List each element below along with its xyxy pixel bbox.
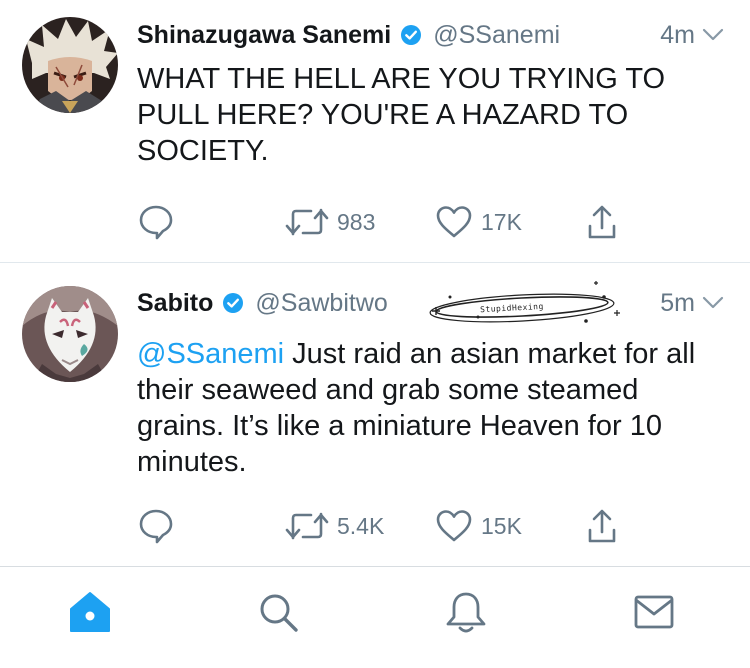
chevron-down-icon[interactable]: [702, 296, 724, 310]
like-count: 15K: [481, 512, 522, 539]
retweet-icon: [285, 510, 329, 542]
reply-icon: [137, 203, 175, 241]
share-button[interactable]: [585, 506, 619, 546]
share-button[interactable]: [585, 202, 619, 242]
retweet-count: 983: [337, 208, 376, 235]
watermark-stamp: StupidHexing: [418, 277, 632, 329]
tab-notifications[interactable]: [441, 589, 491, 639]
avatar-image: [22, 17, 118, 113]
home-icon: [67, 589, 113, 640]
like-count: 17K: [481, 208, 522, 235]
share-icon: [585, 204, 619, 240]
reply-button[interactable]: [137, 202, 175, 242]
timestamp: 4m: [660, 20, 695, 49]
reply-button[interactable]: [137, 506, 175, 546]
search-icon: [256, 590, 300, 639]
retweet-button[interactable]: 5.4K: [285, 506, 384, 546]
reply-icon: [137, 507, 175, 545]
tab-home[interactable]: [65, 589, 115, 639]
author-handle[interactable]: @Sawbitwo: [255, 289, 387, 318]
heart-icon: [435, 509, 473, 543]
avatar-image: [22, 286, 118, 382]
mention-link[interactable]: @SSanemi: [137, 338, 284, 370]
notifications-icon: [444, 589, 488, 640]
author-handle[interactable]: @SSanemi: [433, 21, 560, 50]
chevron-down-icon[interactable]: [702, 28, 724, 42]
tweet-actions: 983 17K: [137, 202, 637, 242]
retweet-icon: [285, 206, 329, 238]
tweet-text: @SSanemi Just raid an asian market for a…: [137, 336, 727, 480]
like-button[interactable]: 15K: [435, 506, 522, 546]
tweet[interactable]: Sabito @Sawbitwo 5m StupidHexing @SSanem…: [0, 263, 750, 565]
verified-badge-icon: [222, 292, 244, 314]
author-name[interactable]: Sabito: [137, 289, 213, 318]
tab-search[interactable]: [253, 589, 303, 639]
tweet-header: Shinazugawa Sanemi @SSanemi 4m: [137, 17, 724, 53]
author-name[interactable]: Shinazugawa Sanemi: [137, 21, 391, 50]
watermark-text: StupidHexing: [480, 302, 544, 314]
tab-messages[interactable]: [629, 589, 679, 639]
retweet-button[interactable]: 983: [285, 202, 375, 242]
author-avatar[interactable]: [22, 286, 118, 382]
heart-icon: [435, 205, 473, 239]
retweet-count: 5.4K: [337, 512, 385, 539]
tweet-actions: 5.4K 15K: [137, 506, 637, 546]
tweet[interactable]: Shinazugawa Sanemi @SSanemi 4m WHAT THE …: [0, 0, 750, 263]
tweet-text: WHAT THE HELL ARE YOU TRYING TO PULL HER…: [137, 63, 666, 167]
verified-badge-icon: [400, 24, 422, 46]
bottom-tab-bar: [0, 566, 750, 668]
author-avatar[interactable]: [22, 17, 118, 113]
timestamp: 5m: [660, 288, 695, 317]
share-icon: [585, 508, 619, 544]
like-button[interactable]: 17K: [435, 202, 522, 242]
messages-icon: [632, 592, 676, 637]
